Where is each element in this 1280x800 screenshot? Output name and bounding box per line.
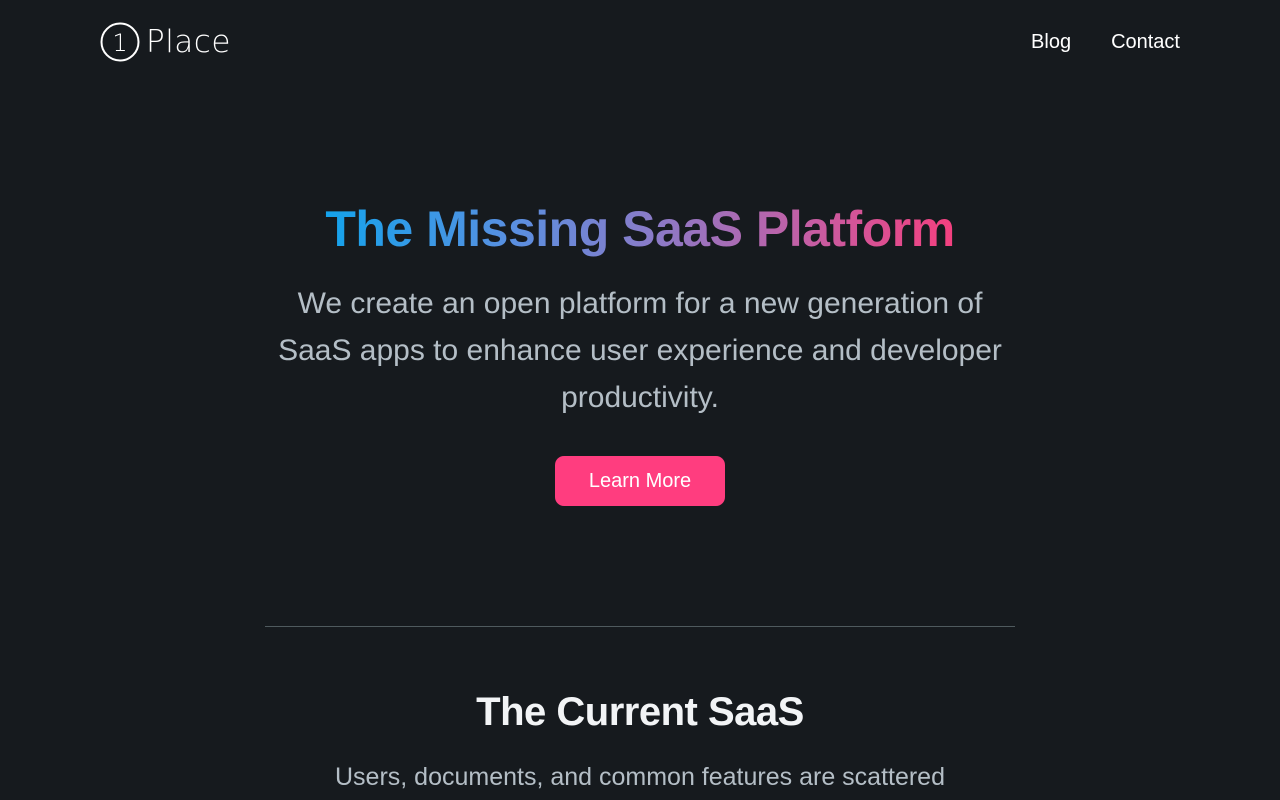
logo-mark-icon: 1 xyxy=(100,22,140,62)
site-header: 1 Place Blog Contact xyxy=(0,0,1280,84)
hero-title-text: The Missing SaaS Platform xyxy=(325,201,955,257)
hero-subtitle: We create an open platform for a new gen… xyxy=(278,287,1002,414)
main-nav: Blog Contact xyxy=(1031,28,1180,56)
logo-mark-digit: 1 xyxy=(112,29,127,57)
section-title: The Current SaaS xyxy=(476,690,804,734)
logo-text: Place xyxy=(146,24,231,60)
hero-title: The Missing SaaS Platform xyxy=(0,196,1280,262)
logo[interactable]: 1 Place xyxy=(100,21,231,63)
nav-link-blog[interactable]: Blog xyxy=(1031,28,1071,56)
section-text: Users, documents, and common features ar… xyxy=(334,763,945,791)
nav-link-contact[interactable]: Contact xyxy=(1111,28,1180,56)
learn-more-button[interactable]: Learn More xyxy=(555,456,725,506)
section-divider xyxy=(265,626,1015,627)
